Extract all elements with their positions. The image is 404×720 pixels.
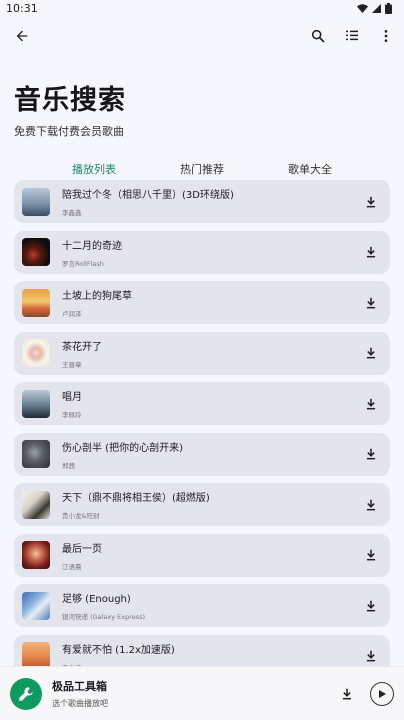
download-icon[interactable] <box>360 393 382 415</box>
song-item[interactable]: 陪我过个冬（相思八千里）(3D环绕版) 李鑫鑫 <box>14 180 390 223</box>
song-item[interactable]: 土坡上的狗尾草 卢润泽 <box>14 281 390 324</box>
download-icon[interactable] <box>360 292 382 314</box>
song-title: 最后一页 <box>62 543 102 555</box>
song-item[interactable]: 茶花开了 王晋章 <box>14 331 390 375</box>
song-artist: 罗言RollFlash <box>62 259 104 268</box>
status-bar: 10:31 <box>0 0 404 16</box>
top-app-bar <box>0 16 404 56</box>
hero-section: 音乐搜索 免费下载付费会员歌曲 <box>0 56 404 139</box>
player-title: 极品工具箱 <box>52 680 107 693</box>
album-cover <box>22 490 50 519</box>
song-artist: 郑茜 <box>62 461 75 470</box>
song-artist: 银河快递 (Galaxy Express) <box>62 613 146 621</box>
song-artist: 王晋章 <box>62 360 82 369</box>
album-cover <box>22 440 50 468</box>
playlist-icon[interactable] <box>340 24 364 48</box>
album-cover <box>22 187 50 216</box>
song-title: 茶花开了 <box>62 341 102 353</box>
download-icon[interactable] <box>360 342 382 364</box>
battery-icon <box>385 2 392 14</box>
mini-player[interactable]: 极品工具箱 选个歌曲播放吧 <box>0 666 404 720</box>
song-artist: 李佩玲 <box>62 411 82 419</box>
download-icon[interactable] <box>360 595 382 617</box>
play-icon <box>379 689 386 698</box>
album-cover <box>22 288 50 317</box>
song-item[interactable]: 十二月的奇迹 罗言RollFlash <box>14 230 390 274</box>
song-title: 伤心剖半 (把你的心剖开来) <box>62 442 183 454</box>
song-item[interactable]: 足够 (Enough) 银河快递 (Galaxy Express) <box>14 584 390 627</box>
song-artist: 李鑫鑫 <box>62 209 82 217</box>
song-item[interactable]: 最后一页 江语晨 <box>14 533 390 577</box>
song-title: 天下（鼎不鼎将相王侯）(超燃版) <box>62 493 210 504</box>
wrench-icon <box>19 686 33 701</box>
song-title: 足够 (Enough) <box>62 594 131 605</box>
app-logo <box>10 677 42 710</box>
wifi-icon <box>357 3 368 13</box>
album-cover <box>22 238 50 266</box>
album-cover <box>22 339 50 367</box>
song-list: 陪我过个冬（相思八千里）(3D环绕版) 李鑫鑫 十二月的奇迹 罗言RollFla… <box>14 180 390 685</box>
song-item[interactable]: 天下（鼎不鼎将相王侯）(超燃版) 贵小龙&旺财 <box>14 483 390 526</box>
status-time: 10:31 <box>6 1 38 15</box>
arrow-back-icon[interactable] <box>10 24 34 48</box>
song-artist: 江语晨 <box>62 562 82 571</box>
song-title: 陪我过个冬（相思八千里）(3D环绕版) <box>62 190 234 201</box>
album-cover <box>22 541 50 569</box>
search-icon[interactable] <box>306 24 330 48</box>
download-icon[interactable] <box>336 683 358 705</box>
page-title: 音乐搜索 <box>14 85 126 116</box>
download-icon[interactable] <box>360 443 382 465</box>
more-vert-icon[interactable] <box>374 24 398 48</box>
page-subtitle: 免费下载付费会员歌曲 <box>14 125 124 138</box>
song-title: 土坡上的狗尾草 <box>62 291 132 302</box>
player-subtitle: 选个歌曲播放吧 <box>52 699 108 708</box>
play-button[interactable] <box>370 681 394 706</box>
album-cover <box>22 389 50 418</box>
download-icon[interactable] <box>360 494 382 516</box>
download-icon[interactable] <box>360 191 382 213</box>
song-item[interactable]: 伤心剖半 (把你的心剖开来) 郑茜 <box>14 432 390 476</box>
song-title: 十二月的奇迹 <box>62 240 122 252</box>
album-cover <box>22 591 50 620</box>
download-icon[interactable] <box>360 544 382 566</box>
download-icon[interactable] <box>360 241 382 263</box>
song-title: 有爱就不怕 (1.2x加速版) <box>62 644 175 656</box>
download-icon[interactable] <box>360 645 382 667</box>
song-title: 唱月 <box>62 392 82 403</box>
song-artist: 卢润泽 <box>62 310 82 318</box>
song-item[interactable]: 唱月 李佩玲 <box>14 382 390 425</box>
song-artist: 贵小龙&旺财 <box>62 512 100 520</box>
signal-icon <box>372 3 381 13</box>
